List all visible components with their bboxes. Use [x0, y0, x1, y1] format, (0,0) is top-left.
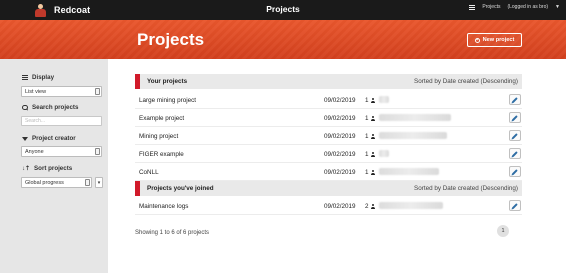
project-name[interactable]: Large mining project — [139, 97, 196, 104]
joined-projects-header: Projects you've joined Sorted by Date cr… — [135, 181, 522, 196]
search-placeholder: Search... — [25, 118, 46, 124]
pagination-info: Showing 1 to 6 of 6 projects — [135, 230, 210, 236]
sort-label-text: Sort projects — [34, 165, 73, 172]
edit-button[interactable] — [509, 148, 521, 159]
pencil-icon — [512, 168, 518, 175]
project-date: 09/02/2019 — [324, 115, 356, 122]
section-title: Your projects — [147, 78, 188, 85]
creator-label-text: Project creator — [32, 135, 76, 142]
project-name[interactable]: CoNLL — [139, 169, 159, 176]
new-project-button[interactable]: + New project — [467, 33, 522, 47]
redacted-members — [379, 96, 389, 103]
member-count-value: 1 — [365, 133, 369, 140]
project-date: 09/02/2019 — [324, 133, 356, 140]
section-flag — [135, 181, 140, 196]
member-count: 1 — [365, 97, 375, 104]
section-title: Projects you've joined — [147, 185, 214, 192]
top-navbar: Redcoat Projects Projects (Logged in as … — [0, 0, 566, 20]
page-title: Projects — [137, 30, 205, 49]
table-row[interactable]: Large mining project 09/02/2019 1 — [135, 91, 522, 109]
project-name[interactable]: FIGER example — [139, 151, 184, 158]
member-count-value: 1 — [365, 115, 369, 122]
caret-down-icon: ▾ — [97, 179, 101, 186]
list-icon — [469, 4, 476, 10]
table-row[interactable]: Example project 09/02/2019 1 — [135, 109, 522, 127]
member-count: 1 — [365, 133, 375, 140]
project-name[interactable]: Example project — [139, 115, 184, 122]
filter-icon — [22, 136, 28, 141]
project-creator-label: Project creator — [22, 135, 76, 142]
redacted-members — [379, 168, 439, 175]
pencil-icon — [512, 96, 518, 103]
redacted-members — [379, 150, 389, 157]
caret-down-icon[interactable]: ▼ — [555, 4, 560, 10]
search-icon — [22, 104, 28, 111]
edit-button[interactable] — [509, 200, 521, 211]
redacted-members — [379, 114, 451, 121]
table-row[interactable]: Maintenance logs 09/02/2019 2 — [135, 197, 522, 215]
sort-direction-button[interactable]: ▾ — [95, 177, 103, 188]
section-flag — [135, 74, 140, 89]
display-select-value: List view — [25, 88, 47, 95]
sort-projects-label: ↓⇡ Sort projects — [22, 165, 72, 172]
search-projects-label: Search projects — [22, 104, 78, 111]
user-icon — [370, 170, 375, 175]
table-row[interactable]: FIGER example 09/02/2019 1 — [135, 145, 522, 163]
select-arrows-icon — [95, 88, 100, 95]
redacted-members — [379, 202, 443, 209]
member-count: 1 — [365, 151, 375, 158]
nav-projects-link[interactable]: Projects — [482, 4, 500, 10]
member-count: 2 — [365, 203, 375, 210]
plus-circle-icon: + — [474, 37, 480, 43]
pencil-icon — [512, 114, 518, 121]
nav-right: Projects (Logged in as bro) ▼ — [469, 4, 560, 10]
sort-icon: ↓⇡ — [22, 166, 31, 172]
sorted-by-text: Sorted by Date created (Descending) — [414, 185, 518, 192]
project-name[interactable]: Maintenance logs — [139, 203, 188, 210]
member-count: 1 — [365, 169, 375, 176]
logged-in-user[interactable]: (Logged in as bro) — [507, 4, 548, 10]
search-input[interactable]: Search... — [21, 116, 102, 126]
display-label: Display — [22, 74, 54, 81]
edit-button[interactable] — [509, 94, 521, 105]
display-select[interactable]: List view — [21, 86, 102, 97]
member-count: 1 — [365, 115, 375, 122]
sort-select[interactable]: Global progress — [21, 177, 92, 188]
user-icon — [370, 98, 375, 103]
display-label-text: Display — [32, 74, 55, 81]
new-project-label: New project — [482, 37, 515, 43]
edit-button[interactable] — [509, 112, 521, 123]
project-date: 09/02/2019 — [324, 151, 356, 158]
member-count-value: 2 — [365, 203, 369, 210]
your-projects-header: Your projects Sorted by Date created (De… — [135, 74, 522, 89]
creator-select-value: Anyone — [25, 148, 44, 155]
pencil-icon — [512, 150, 518, 157]
user-icon — [370, 204, 375, 209]
redacted-members — [379, 132, 447, 139]
display-icon — [22, 75, 28, 80]
select-arrows-icon — [85, 179, 90, 186]
pencil-icon — [512, 132, 518, 139]
edit-button[interactable] — [509, 166, 521, 177]
creator-select[interactable]: Anyone — [21, 146, 102, 157]
member-count-value: 1 — [365, 97, 369, 104]
page-button[interactable]: 1 — [497, 225, 509, 237]
project-name[interactable]: Mining project — [139, 133, 178, 140]
select-arrows-icon — [95, 148, 100, 155]
user-icon — [370, 116, 375, 121]
project-date: 09/02/2019 — [324, 203, 356, 210]
table-row[interactable]: Mining project 09/02/2019 1 — [135, 127, 522, 145]
project-date: 09/02/2019 — [324, 169, 356, 176]
pencil-icon — [512, 202, 518, 209]
user-icon — [370, 152, 375, 157]
project-date: 09/02/2019 — [324, 97, 356, 104]
member-count-value: 1 — [365, 151, 369, 158]
edit-button[interactable] — [509, 130, 521, 141]
sort-select-value: Global progress — [25, 179, 64, 186]
table-row[interactable]: CoNLL 09/02/2019 1 — [135, 163, 522, 181]
member-count-value: 1 — [365, 169, 369, 176]
user-icon — [370, 134, 375, 139]
sorted-by-text: Sorted by Date created (Descending) — [414, 78, 518, 85]
search-label-text: Search projects — [32, 104, 79, 111]
